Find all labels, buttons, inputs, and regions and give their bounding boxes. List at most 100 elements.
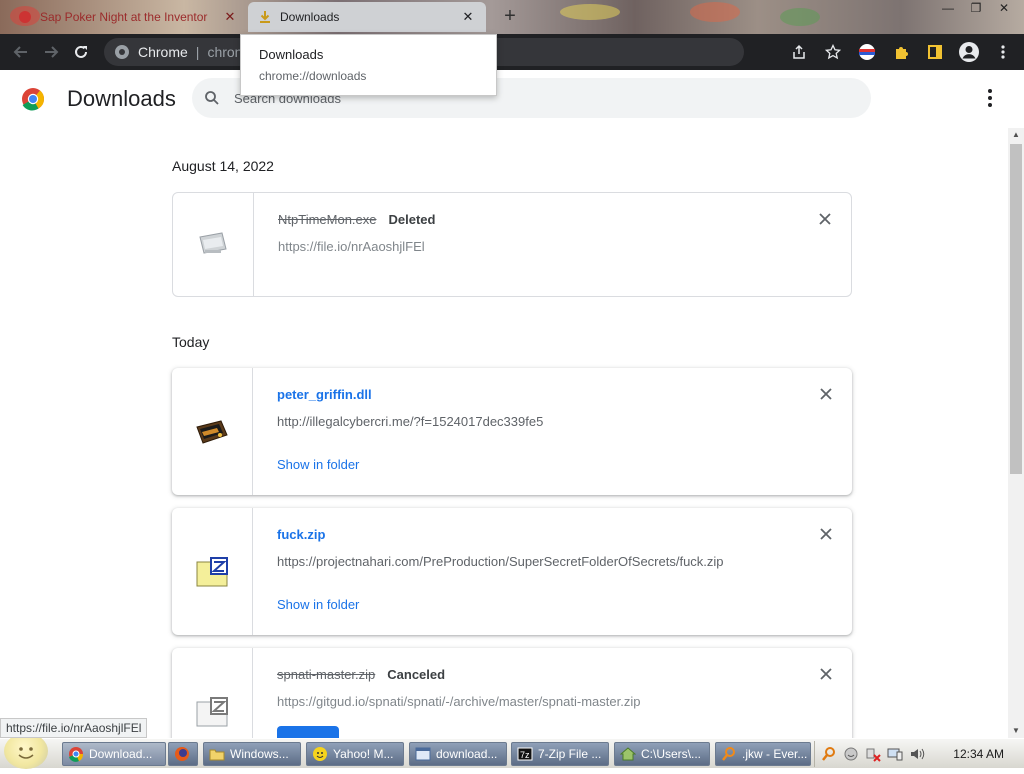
remove-item-icon[interactable] (818, 526, 834, 542)
taskbar-button-windows[interactable]: Windows... (203, 742, 301, 766)
search-icon (205, 91, 219, 105)
file-name-link[interactable]: fuck.zip (277, 527, 325, 542)
7zip-icon: 7z (517, 747, 533, 761)
start-button[interactable] (4, 733, 48, 769)
source-url[interactable]: https://projectnahari.com/PreProduction/… (277, 554, 852, 569)
tab-title: Sap Poker Night at the Inventor (40, 10, 208, 24)
profile-button[interactable] (954, 37, 984, 67)
folder-icon (209, 749, 225, 761)
tab-close-icon[interactable]: ✕ (222, 9, 238, 25)
taskbar-button-chrome[interactable]: Download... (62, 742, 166, 766)
download-item-body: NtpTimeMon.exe Deleted https://file.io/n… (254, 193, 851, 296)
page-header: Downloads (0, 70, 1024, 128)
back-button[interactable] (6, 37, 36, 67)
site-chip-label: Chrome (138, 44, 188, 60)
arrow-right-icon (45, 46, 59, 58)
retry-button[interactable] (277, 726, 339, 738)
scroll-down-arrow-icon[interactable]: ▼ (1008, 724, 1024, 738)
arrow-left-icon (13, 46, 27, 58)
file-name-link[interactable]: peter_griffin.dll (277, 387, 372, 402)
tab-inactive[interactable]: Sap Poker Night at the Inventor ✕ (8, 2, 248, 32)
side-panel-icon (928, 45, 942, 59)
share-icon (793, 44, 805, 59)
volume-icon[interactable] (909, 746, 925, 762)
downloads-page: Downloads August 14, 2022 NtpTimeMon.exe… (0, 70, 1024, 738)
scroll-up-arrow-icon[interactable]: ▲ (1008, 128, 1024, 142)
bookmark-button[interactable] (818, 37, 848, 67)
taskbar-button-label: Download... (89, 747, 153, 761)
close-window-button[interactable]: ✕ (992, 0, 1016, 16)
page-scrollbar[interactable]: ▲ ▼ (1008, 128, 1024, 738)
date-heading: Today (172, 334, 210, 350)
star-icon (825, 44, 841, 60)
reload-icon (75, 45, 87, 58)
file-icon-column (172, 368, 253, 495)
show-in-folder-link[interactable]: Show in folder (277, 457, 359, 472)
taskbar-button-users-folder[interactable]: C:\Users\... (614, 742, 710, 766)
file-icon-column (173, 193, 254, 296)
reload-button[interactable] (66, 37, 96, 67)
tab-downloads[interactable]: Downloads ✕ (248, 2, 486, 32)
side-panel-button[interactable] (920, 37, 950, 67)
remove-item-icon[interactable] (818, 386, 834, 402)
taskbar-button-label: Yahoo! M... (333, 747, 394, 761)
home-folder-icon (620, 747, 636, 761)
tab-close-icon[interactable]: ✕ (460, 9, 476, 25)
svg-text:7z: 7z (520, 750, 530, 760)
site-chip[interactable]: Chrome (114, 44, 188, 60)
page-favicon-icon (19, 11, 31, 23)
wallpaper-splash (780, 8, 820, 26)
search-tray-icon[interactable] (821, 746, 837, 762)
status-label: Deleted (388, 212, 436, 227)
download-item: NtpTimeMon.exe Deleted https://file.io/n… (172, 192, 852, 297)
page-title: Downloads (67, 86, 176, 111)
download-item-body: spnati-master.zip Canceled https://gitgu… (253, 648, 852, 738)
extension-flag-button[interactable] (852, 37, 882, 67)
chrome-icon (69, 747, 84, 762)
avatar-icon (959, 42, 979, 62)
remove-item-icon[interactable] (817, 211, 833, 227)
dot-icon (988, 96, 992, 100)
share-button[interactable] (784, 37, 814, 67)
chrome-menu-button[interactable] (988, 37, 1018, 67)
show-in-folder-link[interactable]: Show in folder (277, 597, 359, 612)
remove-item-icon[interactable] (818, 666, 834, 682)
extensions-button[interactable] (886, 37, 916, 67)
taskbar-button-7zip[interactable]: 7z 7-Zip File ... (511, 742, 609, 766)
taskbar-button-everything[interactable]: .jkw - Ever... (715, 742, 811, 766)
flag-extension-icon (859, 44, 875, 60)
scroll-thumb[interactable] (1010, 144, 1022, 474)
taskbar-button-label: C:\Users\... (641, 747, 702, 761)
source-url[interactable]: https://file.io/nrAaoshjlFEl (278, 239, 851, 254)
clock[interactable]: 12:34 AM (953, 747, 1004, 761)
minimize-button[interactable]: — (936, 0, 960, 16)
taskbar-button-firefox[interactable] (168, 742, 198, 766)
monitor-tray-icon[interactable] (887, 746, 903, 762)
taskbar-button-label: 7-Zip File ... (538, 747, 602, 761)
network-error-icon[interactable] (865, 746, 881, 762)
explorer-window-icon (415, 747, 431, 761)
smiley-start-icon (18, 747, 34, 759)
wallpaper-splash (690, 2, 740, 22)
taskbar-button-label: Windows... (230, 747, 289, 761)
tab-strip: Sap Poker Night at the Inventor ✕ Downlo… (0, 0, 1024, 34)
kebab-menu-icon (1001, 45, 1005, 59)
puzzle-icon (896, 47, 908, 59)
dot-icon (988, 89, 992, 93)
tab-hover-card: Downloads chrome://downloads (240, 34, 497, 96)
new-tab-button[interactable]: + (500, 6, 520, 26)
date-heading: August 14, 2022 (172, 158, 274, 174)
zip-file-faded-icon (196, 696, 228, 726)
restore-button[interactable]: ❐ (964, 0, 988, 16)
smiley-tray-icon[interactable] (843, 746, 859, 762)
forward-button[interactable] (36, 37, 66, 67)
taskbar-button-yahoo[interactable]: Yahoo! M... (306, 742, 404, 766)
source-url[interactable]: https://gitgud.io/spnati/spnati/-/archiv… (277, 694, 852, 709)
more-actions-button[interactable] (978, 86, 1002, 110)
link-status-bubble: https://file.io/nrAaoshjlFEl (0, 718, 148, 738)
taskbar-button-download-folder[interactable]: download... (409, 742, 507, 766)
file-icon-column (172, 508, 253, 635)
zip-file-icon (196, 556, 228, 586)
source-url[interactable]: http://illegalcybercri.me/?f=1524017dec3… (277, 414, 852, 429)
file-name: NtpTimeMon.exe (278, 212, 377, 227)
